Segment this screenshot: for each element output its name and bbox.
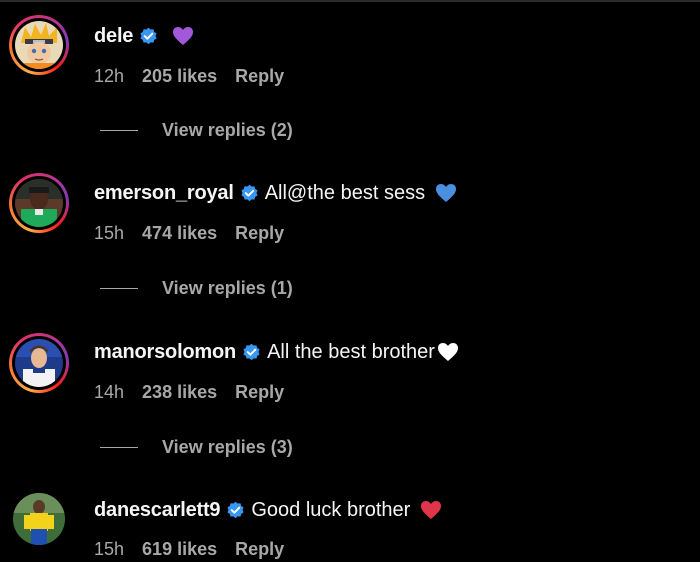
comment-timestamp: 12h [94,65,125,86]
replies-dash [100,287,138,289]
avatar[interactable] [9,333,69,393]
comment-text: Good luck brother [251,498,411,521]
comment-text: All@the best sess [264,181,426,204]
white-heart-icon [437,342,459,362]
blue-heart-icon [435,183,457,203]
likes-count[interactable]: 205 likes [142,66,217,87]
avatar-image [15,339,63,387]
view-replies-button[interactable]: View replies (3) [100,435,293,459]
reply-button[interactable]: Reply [235,66,284,87]
comment-timestamp: 15h [94,538,125,559]
verified-badge-icon [240,184,259,203]
reply-button[interactable]: Reply [235,223,284,244]
comment-username[interactable]: emerson_royal [94,182,234,205]
avatar-image [15,179,63,227]
view-replies-label: View replies (2) [162,119,293,140]
likes-count[interactable]: 619 likes [142,539,217,560]
reply-button[interactable]: Reply [235,539,284,560]
view-replies-button[interactable]: View replies (2) [100,118,293,142]
comment-username[interactable]: manorsolomon [94,341,236,364]
verified-badge-icon [226,501,245,520]
comment-timestamp: 15h [94,222,125,243]
likes-count[interactable]: 474 likes [142,223,217,244]
avatar[interactable] [9,489,69,549]
avatar[interactable] [9,15,69,75]
likes-count[interactable]: 238 likes [142,382,217,403]
red-heart-icon [420,500,442,520]
reply-button[interactable]: Reply [235,382,284,403]
comment-username[interactable]: danescarlett9 [94,499,221,522]
top-divider [0,0,700,2]
avatar-image [13,493,65,545]
verified-badge-icon [242,343,261,362]
avatar-image [15,21,63,69]
replies-dash [100,446,138,448]
avatar[interactable] [9,173,69,233]
verified-badge-icon [139,27,158,46]
replies-dash [100,129,138,131]
view-replies-label: View replies (3) [162,436,293,457]
view-replies-button[interactable]: View replies (1) [100,276,293,300]
comment-timestamp: 14h [94,381,125,402]
comment-username[interactable]: dele [94,25,133,48]
purple-heart-icon [172,26,194,46]
comment-text: All the best brother [267,340,435,363]
view-replies-label: View replies (1) [162,277,293,298]
